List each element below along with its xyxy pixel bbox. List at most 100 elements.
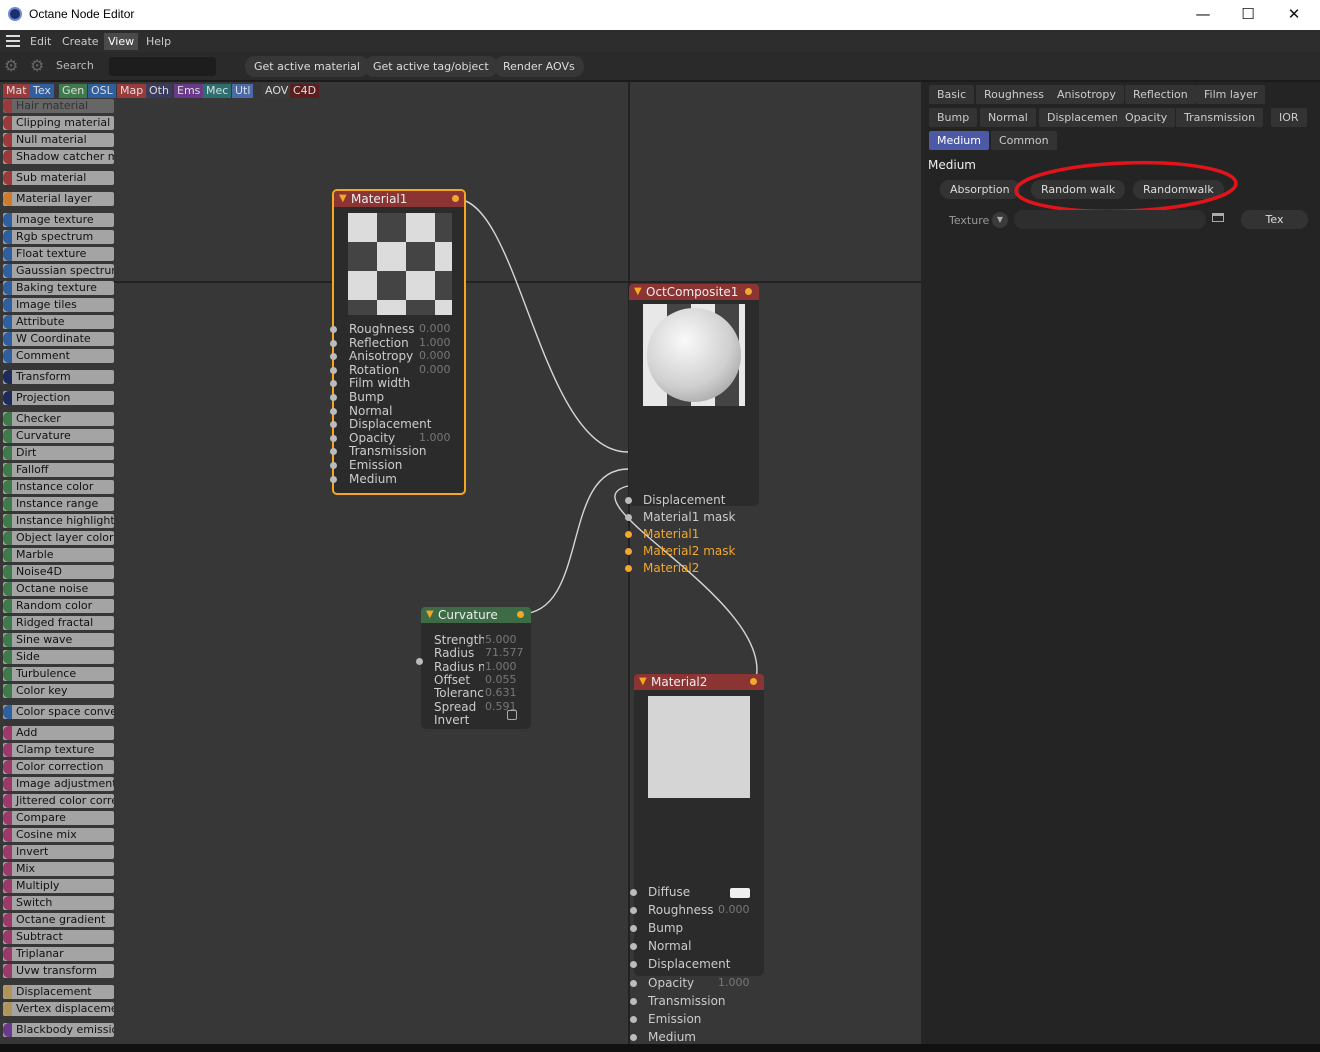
search-settings-icon[interactable]: ⚙	[30, 57, 48, 75]
collapse-triangle-icon[interactable]: ▼	[639, 674, 647, 690]
material2-input-port[interactable]	[630, 997, 637, 1005]
tab-medium[interactable]: Medium	[929, 131, 989, 150]
tab-transmission[interactable]: Transmission	[1176, 108, 1264, 127]
render-aovs-button[interactable]: Render AOVs	[494, 56, 584, 77]
wire-material1-to-composite	[455, 198, 629, 453]
material1-port-label: Film width	[349, 376, 411, 391]
material1-output-port[interactable]	[452, 195, 459, 202]
material1-port-label: Bump	[349, 390, 385, 404]
material2-input-port[interactable]	[630, 1033, 637, 1041]
material2-port-label: Roughness	[648, 903, 714, 918]
curvature-param-label: Invert	[434, 712, 470, 727]
material1-input-port[interactable]	[330, 366, 337, 374]
curvature-node[interactable]: ▼ Curvature Strength 5.000 Radius 71.577 Radi…	[416, 607, 531, 729]
composite-input-port[interactable]	[625, 548, 632, 555]
toolbar: ⚙ ⚙ Search Get active material Get activ…	[0, 52, 1320, 80]
tex-button[interactable]: Tex	[1241, 210, 1308, 229]
composite-input-port[interactable]	[625, 514, 632, 521]
material2-port-label: Emission	[648, 1011, 702, 1026]
material2-input-port[interactable]	[630, 907, 637, 915]
material1-preview-image	[348, 213, 452, 315]
menu-help[interactable]: Help	[142, 33, 175, 50]
material2-input-port[interactable]	[630, 1015, 637, 1023]
composite-title: OctComposite1	[646, 285, 739, 299]
material1-input-port[interactable]	[330, 421, 337, 429]
tab-anisotropy[interactable]: Anisotropy	[1049, 85, 1124, 104]
material1-port-value: 0.000	[419, 322, 451, 335]
material1-input-port[interactable]	[330, 448, 337, 456]
curvature-input-port[interactable]	[416, 658, 423, 665]
material2-input-port[interactable]	[630, 979, 637, 987]
composite-input-port[interactable]	[625, 565, 632, 572]
tab-common[interactable]: Common	[991, 131, 1057, 150]
minimize-button[interactable]: —	[1180, 0, 1226, 30]
collapse-triangle-icon[interactable]: ▼	[339, 191, 347, 207]
maximize-button[interactable]: ☐	[1225, 0, 1271, 30]
curvature-param-label: Strength	[434, 633, 484, 647]
material2-input-port[interactable]	[630, 925, 637, 933]
curvature-param-label: Spread	[434, 699, 477, 714]
material2-input-port[interactable]	[630, 961, 637, 969]
material2-port-label: Bump	[648, 921, 684, 936]
texture-dropdown-arrow-icon[interactable]: ▼	[992, 212, 1008, 228]
collapse-triangle-icon[interactable]: ▼	[634, 284, 642, 300]
get-active-tag-object-button[interactable]: Get active tag/object	[364, 56, 498, 77]
material1-input-port[interactable]	[330, 380, 337, 388]
wire-curvature-to-material2-mask	[519, 468, 629, 615]
collapse-triangle-icon[interactable]: ▼	[426, 607, 434, 623]
properties-panel: Basic Roughness Anisotropy Reflection Film l…	[921, 82, 1320, 1044]
composite-port-label: Displacement	[643, 493, 726, 507]
invert-checkbox[interactable]	[507, 710, 517, 720]
material2-node[interactable]: ▼ Material2 Diffuse Roughness 0.000 Bump Norm…	[630, 674, 764, 1044]
tab-bump[interactable]: Bump	[929, 108, 978, 127]
composite-header: ▼ OctComposite1	[629, 284, 759, 300]
material1-input-port[interactable]	[330, 326, 337, 333]
absorption-button[interactable]: Absorption	[940, 180, 1020, 199]
material2-title: Material2	[651, 675, 708, 689]
material2-port-label: Transmission	[648, 993, 726, 1008]
material1-node[interactable]: ▼ Material1 Roughness 0.000 Reflection 1.000…	[330, 189, 466, 495]
material1-input-port[interactable]	[330, 434, 337, 442]
material2-port-label: Displacement	[648, 957, 731, 972]
tab-normal[interactable]: Normal	[980, 108, 1036, 127]
material2-input-port[interactable]	[630, 943, 637, 951]
curvature-output-port[interactable]	[517, 611, 524, 618]
menu-create[interactable]: Create	[58, 33, 103, 50]
menu-view[interactable]: View	[104, 33, 139, 50]
composite-port-label: Material1	[643, 527, 700, 541]
composite-port-label: Material2 mask	[643, 544, 736, 558]
material2-header: ▼ Material2	[634, 674, 764, 690]
get-active-material-button[interactable]: Get active material	[245, 56, 369, 77]
composite-node[interactable]: ▼ OctComposite1 Displacement Material1 mas…	[625, 284, 759, 575]
close-button[interactable]: ✕	[1271, 0, 1317, 30]
octane-app-icon	[8, 7, 22, 21]
material1-input-port[interactable]	[330, 475, 337, 483]
material1-input-port[interactable]	[330, 353, 337, 361]
tab-ior[interactable]: IOR	[1271, 108, 1307, 127]
menu-edit[interactable]: Edit	[26, 33, 55, 50]
tab-film-layer[interactable]: Film layer	[1196, 85, 1266, 104]
hamburger-menu-icon[interactable]	[6, 35, 20, 47]
material2-input-port[interactable]	[630, 889, 637, 896]
tab-roughness[interactable]: Roughness	[976, 85, 1053, 104]
search-input[interactable]	[109, 57, 216, 76]
composite-output-port[interactable]	[745, 288, 752, 295]
material1-input-port[interactable]	[330, 407, 337, 415]
tab-opacity[interactable]: Opacity	[1117, 108, 1176, 127]
tab-basic[interactable]: Basic	[929, 85, 975, 104]
node-editor-canvas[interactable]: Mat Tex Gen OSL Map Oth Ems Mec Utl AOV C4D Hair m…	[0, 82, 921, 1044]
texture-field[interactable]	[1014, 210, 1206, 229]
diffuse-color-swatch[interactable]	[730, 888, 750, 898]
curvature-title: Curvature	[438, 608, 498, 622]
folder-icon[interactable]	[1212, 213, 1224, 222]
status-bar	[0, 1044, 1320, 1052]
material1-input-port[interactable]	[330, 462, 337, 469]
material1-input-port[interactable]	[330, 394, 337, 401]
tab-reflection[interactable]: Reflection	[1125, 85, 1196, 104]
material1-port-label: Reflection	[349, 335, 409, 350]
composite-input-port[interactable]	[625, 531, 632, 538]
material1-input-port[interactable]	[330, 339, 337, 347]
gear-icon[interactable]: ⚙	[4, 57, 22, 75]
material2-output-port[interactable]	[750, 678, 757, 685]
composite-input-port[interactable]	[625, 497, 632, 504]
